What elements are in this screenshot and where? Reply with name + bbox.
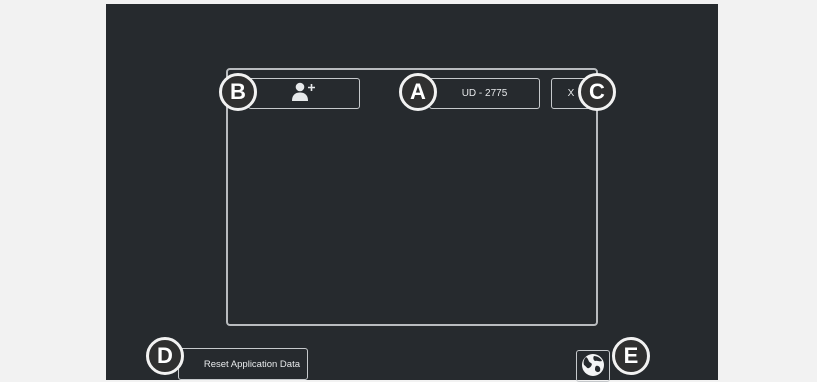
add-user-icon	[291, 81, 317, 106]
add-user-button[interactable]	[248, 78, 360, 109]
callout-c: C	[578, 73, 616, 111]
device-screen: UD - 2775 X Reset Application Data	[106, 4, 718, 382]
globe-icon	[580, 352, 606, 381]
close-label: X	[567, 88, 575, 99]
device-id-label: UD - 2775	[461, 88, 508, 99]
language-button[interactable]	[576, 350, 610, 382]
callout-d: D	[146, 337, 184, 375]
reset-application-data-button[interactable]: Reset Application Data	[178, 348, 308, 380]
callout-b: B	[219, 73, 257, 111]
callout-e: E	[612, 337, 650, 375]
callout-a: A	[399, 73, 437, 111]
device-id-button[interactable]: UD - 2775	[429, 78, 540, 109]
reset-label: Reset Application Data	[203, 358, 300, 370]
